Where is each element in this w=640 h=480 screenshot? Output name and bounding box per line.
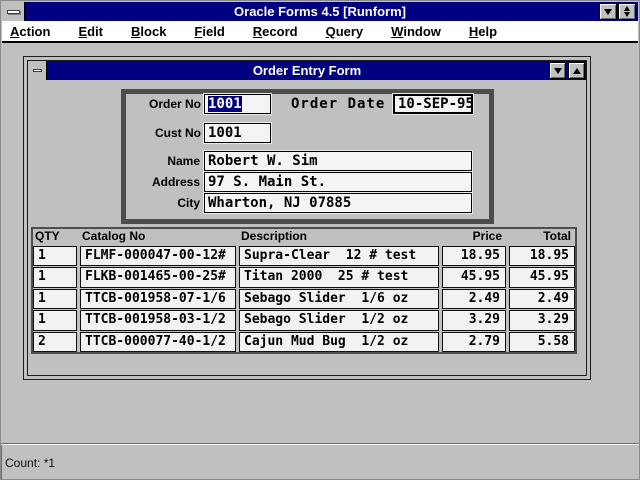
restore-up-icon (624, 6, 630, 11)
name-field[interactable]: Robert W. Sim (204, 151, 472, 171)
catalog-no-cell[interactable]: TTCB-000077-40-1/2 (80, 332, 236, 352)
order-no-value: 1001 (208, 96, 242, 112)
description-header: Description (239, 229, 439, 245)
address-field[interactable]: 97 S. Main St. (204, 172, 472, 192)
qty-cell[interactable]: 1 (33, 246, 77, 266)
cust-no-field[interactable]: 1001 (204, 123, 271, 143)
qty-cell[interactable]: 1 (33, 267, 77, 287)
description-cell[interactable]: Sebago Slider 1/2 oz (239, 310, 439, 330)
catalog-no-cell[interactable]: FLKB-001465-00-25# (80, 267, 236, 287)
order-items-table: QTY Catalog No Description Price Total 1… (31, 227, 577, 354)
total-cell[interactable]: 2.49 (509, 289, 575, 309)
maximize-icon (573, 68, 581, 74)
system-menu-button[interactable] (2, 2, 25, 21)
description-cell[interactable]: Titan 2000 25 # test (239, 267, 439, 287)
system-menu-icon (33, 69, 42, 72)
description-cell[interactable]: Sebago Slider 1/6 oz (239, 289, 439, 309)
total-cell[interactable]: 18.95 (509, 246, 575, 266)
qty-cell[interactable]: 1 (33, 289, 77, 309)
order-date-label: Order Date (291, 96, 385, 112)
qty-cell[interactable]: 1 (33, 310, 77, 330)
city-field[interactable]: Wharton, NJ 07885 (204, 193, 472, 213)
menu-block[interactable]: Block (131, 24, 166, 39)
total-header: Total (509, 229, 575, 245)
order-entry-client-area: Order No 1001 Order Date 10-SEP-95 Cust … (28, 80, 586, 375)
name-label: Name (108, 153, 200, 169)
price-header: Price (442, 229, 506, 245)
restore-button[interactable] (618, 3, 636, 20)
order-date-field[interactable]: 10-SEP-95 (393, 94, 473, 114)
menu-bar: Action Edit Block Field Record Query Win… (2, 21, 638, 43)
qty-cell[interactable]: 2 (33, 332, 77, 352)
minimize-icon (554, 68, 562, 74)
menu-window[interactable]: Window (391, 24, 441, 39)
order-entry-title: Order Entry Form (28, 63, 586, 78)
qty-header: QTY (33, 229, 77, 245)
order-window-maximize-button[interactable] (568, 62, 585, 79)
order-entry-frame: Order Entry Form Order No 1001 Order Dat… (27, 60, 587, 376)
minimize-icon (604, 9, 612, 15)
price-cell[interactable]: 45.95 (442, 267, 506, 287)
menu-action[interactable]: Action (10, 24, 50, 39)
menu-query[interactable]: Query (326, 24, 364, 39)
description-cell[interactable]: Supra-Clear 12 # test (239, 246, 439, 266)
menu-help[interactable]: Help (469, 24, 497, 39)
total-cell[interactable]: 3.29 (509, 310, 575, 330)
catalog-no-header: Catalog No (80, 229, 236, 245)
menu-field[interactable]: Field (194, 24, 224, 39)
system-menu-icon (7, 10, 20, 14)
city-label: City (108, 195, 200, 211)
price-cell[interactable]: 2.49 (442, 289, 506, 309)
order-window-minimize-button[interactable] (549, 62, 566, 79)
order-no-label: Order No (113, 96, 201, 112)
minimize-button[interactable] (599, 3, 617, 20)
application-window: Oracle Forms 4.5 [Runform] Action Edit B… (0, 0, 640, 480)
cust-no-label: Cust No (113, 125, 201, 141)
price-cell[interactable]: 18.95 (442, 246, 506, 266)
restore-down-icon (624, 12, 630, 17)
price-cell[interactable]: 2.79 (442, 332, 506, 352)
price-cell[interactable]: 3.29 (442, 310, 506, 330)
catalog-no-cell[interactable]: TTCB-001958-07-1/6 (80, 289, 236, 309)
total-cell[interactable]: 5.58 (509, 332, 575, 352)
address-label: Address (108, 174, 200, 190)
total-cell[interactable]: 45.95 (509, 267, 575, 287)
order-entry-title-bar[interactable]: Order Entry Form (28, 61, 586, 80)
order-no-field[interactable]: 1001 (204, 94, 271, 114)
status-bar: Count: *1 (1, 443, 639, 479)
catalog-no-cell[interactable]: TTCB-001958-03-1/2 (80, 310, 236, 330)
catalog-no-cell[interactable]: FLMF-000047-00-12# (80, 246, 236, 266)
order-entry-window: Order Entry Form Order No 1001 Order Dat… (23, 56, 591, 380)
status-count-text: Count: *1 (5, 456, 55, 470)
description-cell[interactable]: Cajun Mud Bug 1/2 oz (239, 332, 439, 352)
title-bar[interactable]: Oracle Forms 4.5 [Runform] (2, 2, 638, 21)
menu-record[interactable]: Record (253, 24, 298, 39)
window-title: Oracle Forms 4.5 [Runform] (2, 4, 638, 19)
order-window-system-menu-button[interactable] (28, 61, 47, 80)
menu-edit[interactable]: Edit (78, 24, 103, 39)
